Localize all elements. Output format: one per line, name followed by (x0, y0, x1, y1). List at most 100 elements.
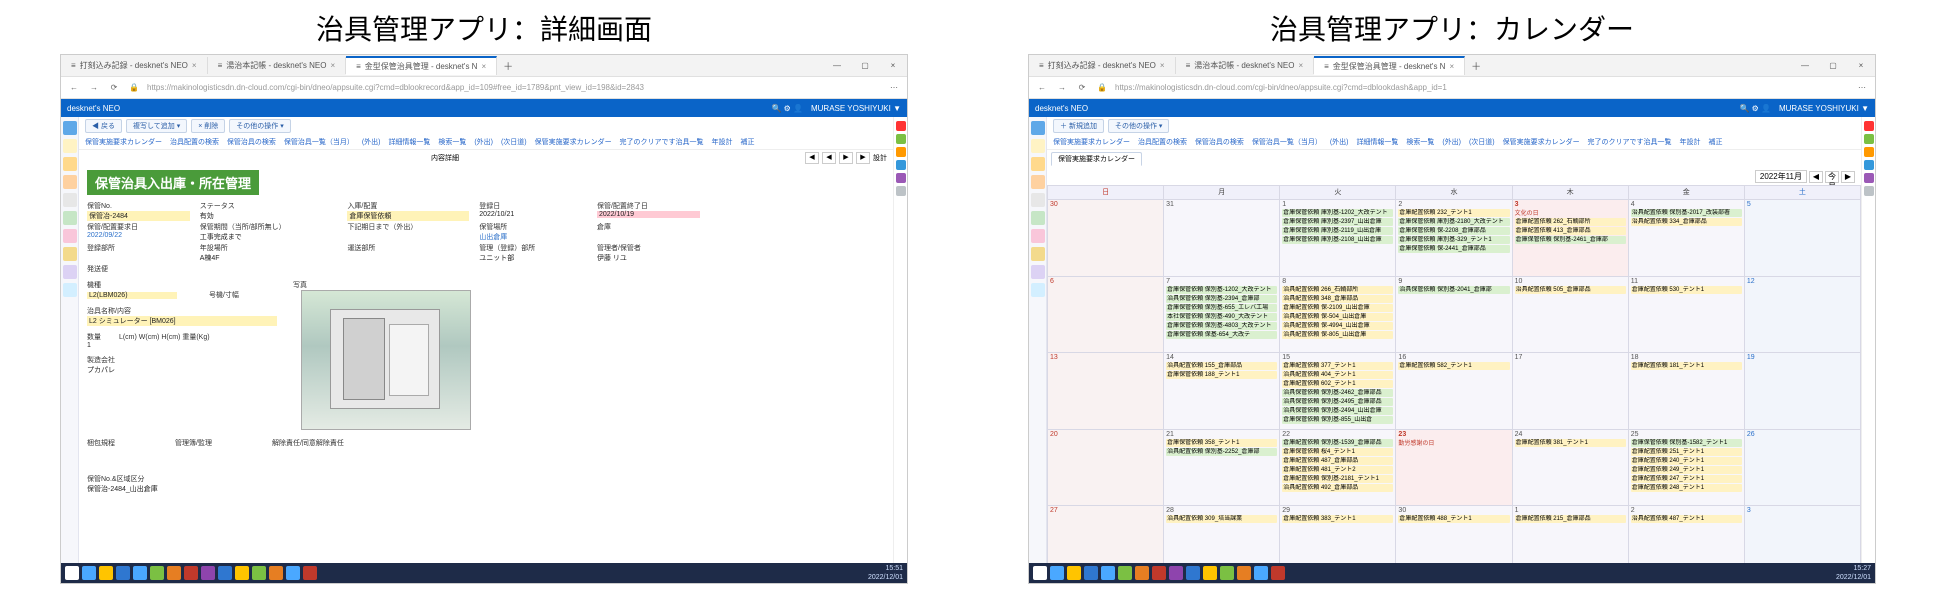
close-icon[interactable]: × (481, 62, 486, 71)
sidebar-icon[interactable] (1031, 139, 1045, 153)
calendar-event[interactable]: 治具配置依頼 保別基-2017_改装部署 (1631, 209, 1742, 217)
browser-tab-active[interactable]: ≡金型保管治具管理 - desknet's N× (346, 56, 497, 75)
sidebar-icon[interactable] (63, 139, 77, 153)
taskbar-icon[interactable] (184, 566, 198, 580)
nav-link[interactable]: 保管実施要求カレンダー (1053, 139, 1130, 146)
calendar-event[interactable]: 倉庫配置依頼 487_倉庫部品 (1282, 457, 1393, 465)
calendar-cell[interactable]: 11倉庫配置依頼 530_テント1 (1629, 277, 1745, 354)
rail-icon[interactable] (896, 147, 906, 157)
taskbar-icon[interactable] (1118, 566, 1132, 580)
rail-icon[interactable] (896, 160, 906, 170)
menu-icon[interactable]: ⋯ (887, 81, 901, 95)
close-icon[interactable]: × (1298, 61, 1303, 70)
minimize-icon[interactable]: — (1791, 61, 1819, 70)
back-icon[interactable]: ← (67, 81, 81, 95)
forward-icon[interactable]: → (87, 81, 101, 95)
pager-first[interactable]: ◀ (805, 152, 819, 164)
sidebar-icon[interactable] (1031, 121, 1045, 135)
calendar-event[interactable]: 治具配置依頼 保-805_山出倉庫 (1282, 331, 1393, 339)
menu-icon[interactable]: ⋯ (1855, 81, 1869, 95)
calendar-event[interactable]: 倉庫配置依頼 488_テント1 (1398, 515, 1509, 523)
calendar-event[interactable]: 治具配置依頼 492_倉庫部品 (1282, 484, 1393, 492)
calendar-event[interactable]: 倉庫配置依頼 181_テント1 (1631, 362, 1742, 370)
nav-link[interactable]: 詳細情報一覧 (1356, 139, 1398, 146)
calendar-event[interactable]: 倉庫保管依頼 保基-654_大改テ (1166, 331, 1277, 339)
nav-link[interactable]: 保管治具の検索 (227, 139, 276, 146)
field-value-place[interactable]: 山出倉庫 (479, 232, 587, 242)
nav-link[interactable]: (外出) (474, 139, 493, 146)
calendar-event[interactable]: 倉庫配置依頼 215_倉庫部品 (1515, 515, 1626, 523)
rail-icon[interactable] (1864, 173, 1874, 183)
sidebar-icon[interactable] (1031, 193, 1045, 207)
taskbar-icon[interactable] (1067, 566, 1081, 580)
calendar-event[interactable]: 倉庫配置依頼 602_テント1 (1282, 380, 1393, 388)
calendar-event[interactable]: 治具配置依頼 保-504_山出倉庫 (1282, 313, 1393, 321)
close-window-icon[interactable]: × (1847, 61, 1875, 70)
next-month-button[interactable]: ▶ (1841, 171, 1855, 183)
taskbar-icon[interactable] (1152, 566, 1166, 580)
start-icon[interactable] (1033, 566, 1047, 580)
calendar-cell[interactable]: 25倉庫保管依頼 保別基-1582_テント1倉庫配置依頼 251_テント1倉庫配… (1629, 430, 1745, 507)
calendar-event[interactable]: 倉庫保管依頼 保別基-1582_テント1 (1631, 439, 1742, 447)
calendar-event[interactable]: 倉庫配置依頼 381_テント1 (1515, 439, 1626, 447)
calendar-event[interactable]: 治具配置依頼 155_倉庫部品 (1166, 362, 1277, 370)
calendar-cell[interactable]: 8治具配置依頼 266_石輌部所治具配置依頼 348_倉庫部品倉庫配置依頼 保-… (1280, 277, 1396, 354)
rail-icon[interactable] (896, 186, 906, 196)
calendar-cell[interactable]: 24倉庫配置依頼 381_テント1 (1513, 430, 1629, 507)
calendar-event[interactable]: 倉庫配置依頼 251_テント1 (1631, 448, 1742, 456)
calendar-event[interactable]: 倉庫保管依頼 庫別基-1202_大改テント (1282, 209, 1393, 217)
tab-calendar[interactable]: 保管実施要求カレンダー (1051, 152, 1142, 166)
taskbar-icon[interactable] (1186, 566, 1200, 580)
calendar-cell[interactable]: 17 (1513, 353, 1629, 430)
taskbar-icon[interactable] (218, 566, 232, 580)
maximize-icon[interactable]: ▢ (851, 61, 879, 70)
browser-tab[interactable]: ≡打刻込み記録 - desknet's NEO× (1029, 57, 1176, 74)
sidebar-icon[interactable] (63, 175, 77, 189)
header-icons[interactable]: 🔍 ⚙ 👤 (1739, 104, 1771, 113)
pager-next[interactable]: ▶ (839, 152, 853, 164)
taskbar-icon[interactable] (235, 566, 249, 580)
calendar-event[interactable]: 倉庫保管依頼 庫別基-2180_大改テント (1398, 218, 1509, 226)
browser-tab-active[interactable]: ≡金型保管治具管理 - desknet's N× (1314, 56, 1465, 75)
calendar-event[interactable]: 倉庫配置依頼 377_テント1 (1282, 362, 1393, 370)
taskbar-icon[interactable] (1271, 566, 1285, 580)
calendar-event[interactable]: 治具配置依頼 保-4994_山出倉庫 (1282, 322, 1393, 330)
calendar-cell[interactable]: 21倉庫保管依頼 358_テント1治具配置依頼 保別基-2252_倉庫部 (1164, 430, 1280, 507)
taskbar-icon[interactable] (150, 566, 164, 580)
jig-photo[interactable] (301, 290, 471, 430)
back-icon[interactable]: ← (1035, 81, 1049, 95)
calendar-event[interactable]: 倉庫配置依頼 249_テント1 (1631, 466, 1742, 474)
calendar-event[interactable]: 倉庫保管依頼 保別基-1202_大改テント (1166, 286, 1277, 294)
rail-icon[interactable] (896, 134, 906, 144)
sidebar-icon[interactable] (63, 121, 77, 135)
calendar-cell[interactable]: 12 (1745, 277, 1861, 354)
nav-link[interactable]: 治具配置の検索 (1138, 139, 1187, 146)
taskbar-icon[interactable] (1084, 566, 1098, 580)
rail-icon[interactable] (1864, 160, 1874, 170)
other-ops-button[interactable]: その他の操作 ▾ (229, 119, 290, 133)
rail-icon[interactable] (1864, 186, 1874, 196)
calendar-event[interactable]: 倉庫保管依頼 保別基-655_エレバ工場 (1166, 304, 1277, 312)
calendar-event[interactable]: 治具配置依頼 309_培当課業 (1166, 515, 1277, 523)
pager-last[interactable]: ▶ (856, 152, 870, 164)
taskbar-icon[interactable] (1237, 566, 1251, 580)
calendar-event[interactable]: 倉庫保管依頼 保別基-4803_大改テント (1166, 322, 1277, 330)
nav-link[interactable]: 補正 (1708, 139, 1722, 146)
new-tab-button[interactable]: ＋ (497, 58, 519, 73)
close-icon[interactable]: × (1160, 61, 1165, 70)
calendar-cell[interactable]: 10治具配置依頼 505_倉庫部品 (1513, 277, 1629, 354)
browser-tab[interactable]: ≡湯治本記帳 - desknet's NEO× (1176, 57, 1315, 74)
nav-link[interactable]: 完了のクリアです治具一覧 (1588, 139, 1672, 146)
delete-button[interactable]: × 削除 (191, 119, 225, 133)
calendar-event[interactable]: 治具保管依頼 保別基-2462_倉庫部品 (1282, 389, 1393, 397)
month-label[interactable]: 2022年11月 (1755, 170, 1807, 183)
taskbar-icon[interactable] (1169, 566, 1183, 580)
taskbar-icon[interactable] (99, 566, 113, 580)
refresh-icon[interactable]: ⟳ (1075, 81, 1089, 95)
calendar-event[interactable]: 倉庫保管依頼 庫別基-2108_山出倉庫 (1282, 236, 1393, 244)
calendar-event[interactable]: 治具配置依頼 266_石輌部所 (1282, 286, 1393, 294)
taskbar-icon[interactable] (1135, 566, 1149, 580)
sidebar-icon[interactable] (1031, 229, 1045, 243)
close-window-icon[interactable]: × (879, 61, 907, 70)
calendar-event[interactable]: 治具保管依頼 保別基-2394_倉庫部 (1166, 295, 1277, 303)
